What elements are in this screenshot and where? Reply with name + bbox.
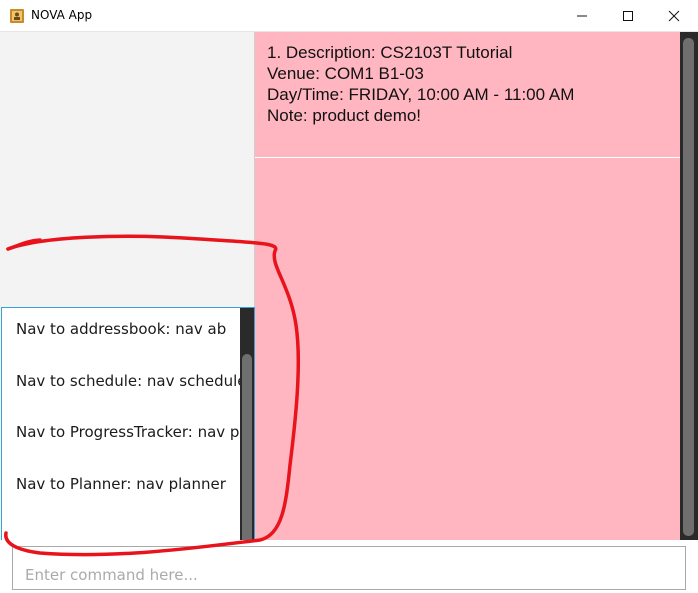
venue-text: Venue: COM1 B1-03	[267, 64, 424, 83]
note-text: Note: product demo!	[267, 106, 422, 125]
schedule-card[interactable]: 1. Description: CS2103T Tutorial Venue: …	[255, 32, 680, 158]
minimize-icon	[577, 15, 587, 16]
left-panel: Nav to addressbook: nav ab Nav to schedu…	[0, 32, 255, 573]
close-button[interactable]	[651, 0, 697, 31]
close-icon	[668, 10, 680, 21]
list-item[interactable]: Nav to ProgressTracker: nav pr	[16, 420, 240, 444]
nav-list-viewport: Nav to addressbook: nav ab Nav to schedu…	[2, 308, 240, 554]
schedule-scrollbar[interactable]	[680, 32, 698, 542]
nav-command-list[interactable]: Nav to addressbook: nav ab Nav to schedu…	[1, 307, 255, 573]
list-item[interactable]: Nav to Planner: nav planner	[16, 472, 226, 496]
list-item[interactable]: Nav to schedule: nav schedule	[16, 369, 240, 393]
scrollbar-thumb[interactable]	[242, 354, 252, 550]
schedule-panel: 1. Description: CS2103T Tutorial Venue: …	[255, 32, 680, 540]
window-title: NOVA App	[31, 8, 93, 22]
app-icon	[10, 9, 24, 23]
title-bar: NOVA App	[0, 0, 698, 32]
minimize-button[interactable]	[559, 0, 605, 31]
list-item[interactable]: Nav to addressbook: nav ab	[16, 317, 226, 341]
maximize-button[interactable]	[605, 0, 651, 31]
command-area	[0, 540, 698, 593]
scrollbar-thumb[interactable]	[683, 38, 694, 536]
maximize-icon	[623, 10, 633, 21]
description-text: 1. Description: CS2103T Tutorial	[267, 43, 513, 62]
vertical-scrollbar[interactable]	[240, 308, 254, 556]
day-time-text: Day/Time: FRIDAY, 10:00 AM - 11:00 AM	[267, 85, 575, 104]
command-input[interactable]	[12, 546, 686, 590]
